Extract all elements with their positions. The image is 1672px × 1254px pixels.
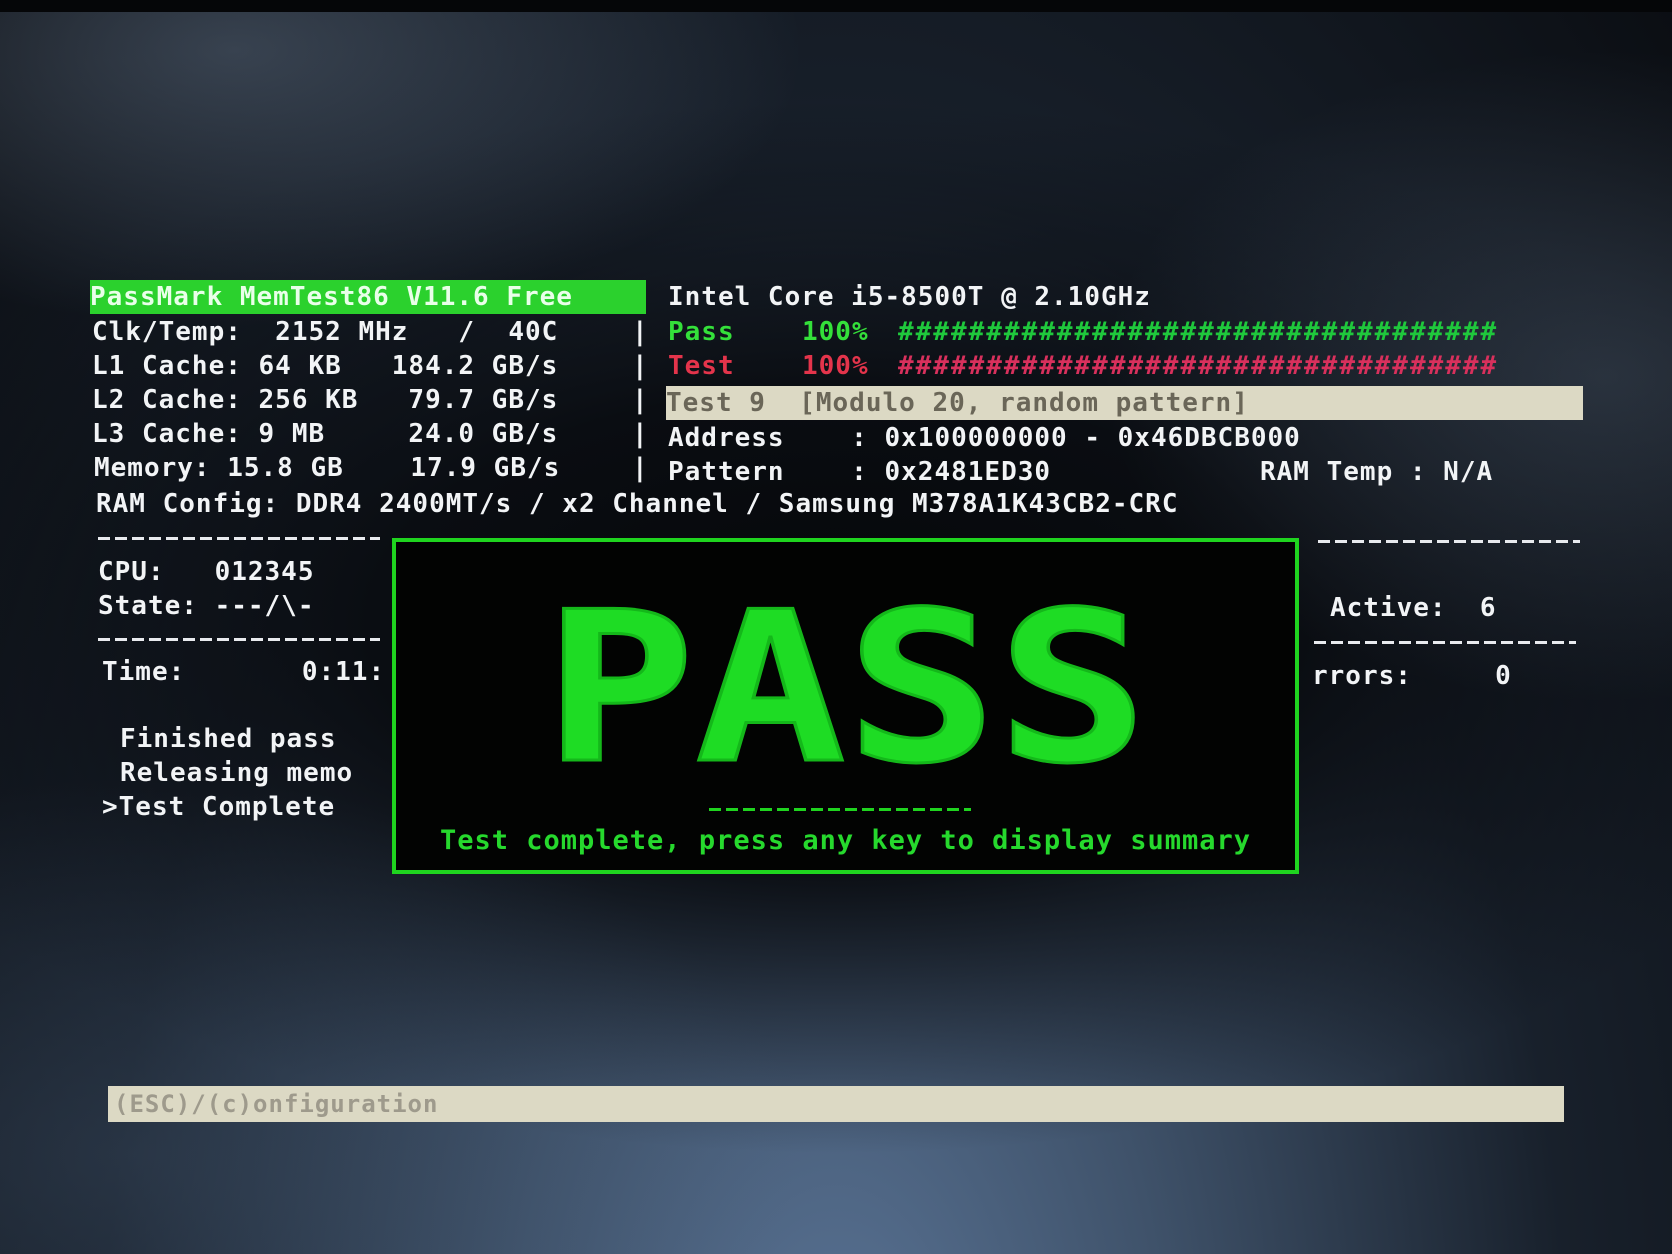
pass-message: Test complete, press any key to display … [439, 825, 1251, 856]
elapsed-time: Time: 0:11: [102, 657, 386, 687]
current-test-bar: Test 9 [Modulo 20, random pattern] [666, 386, 1583, 420]
app-title-bar: PassMark MemTest86 V11.6 Free [90, 280, 646, 314]
monitor-bezel [0, 0, 1672, 12]
pass-result-dialog[interactable]: PASS Test complete, press any key to dis… [392, 538, 1299, 874]
active-cpus: Active: 6 [1330, 593, 1497, 623]
memory-readout: Memory: 15.8 GB 17.9 GB/s [94, 453, 561, 483]
clk-temp-readout: Clk/Temp: 2152 MHz / 40C [92, 317, 559, 347]
left-divider-top [98, 537, 380, 540]
log-line: >Test Complete [102, 792, 336, 822]
cpu-model: Intel Core i5-8500T @ 2.10GHz [668, 282, 1151, 312]
l3-cache-readout: L3 Cache: 9 MB 24.0 GB/s [92, 419, 559, 449]
cpu-state: State: ---/\- [98, 591, 315, 621]
l2-cache-readout: L2 Cache: 256 KB 79.7 GB/s [92, 385, 559, 415]
pass-percent: 100% [802, 317, 869, 347]
configuration-hint-bar[interactable]: (ESC)/(c)onfiguration [108, 1086, 1564, 1122]
ram-config-readout: RAM Config: DDR4 2400MT/s / x2 Channel /… [96, 489, 1179, 519]
column-separator: | [632, 453, 649, 483]
left-divider-mid [98, 638, 380, 641]
column-separator: | [632, 351, 649, 381]
error-count: rrors: 0 [1312, 661, 1512, 691]
log-line: Releasing memo [120, 758, 354, 788]
pass-label: Pass [668, 317, 735, 347]
test-label: Test [668, 351, 735, 381]
column-separator: | [632, 317, 649, 347]
pass-divider [709, 808, 971, 811]
log-line: Finished pass [120, 724, 337, 754]
ram-temp: RAM Temp : N/A [1260, 457, 1494, 487]
right-divider-mid [1314, 641, 1576, 644]
test-pattern: Pattern : 0x2481ED30 [668, 457, 1052, 487]
cpu-cores-status: CPU: 012345 [98, 557, 315, 587]
pass-banner-text: PASS [544, 568, 1148, 810]
column-separator: | [632, 385, 649, 415]
test-progress-bar: ################################## [898, 351, 1499, 381]
column-separator: | [632, 419, 649, 449]
pass-banner: PASS [543, 567, 1150, 812]
address-range: Address : 0x100000000 - 0x46DBCB000 [668, 423, 1301, 453]
pass-progress-bar: ################################## [898, 317, 1499, 347]
l1-cache-readout: L1 Cache: 64 KB 184.2 GB/s [92, 351, 559, 381]
right-divider-top [1318, 540, 1580, 543]
test-percent: 100% [802, 351, 869, 381]
